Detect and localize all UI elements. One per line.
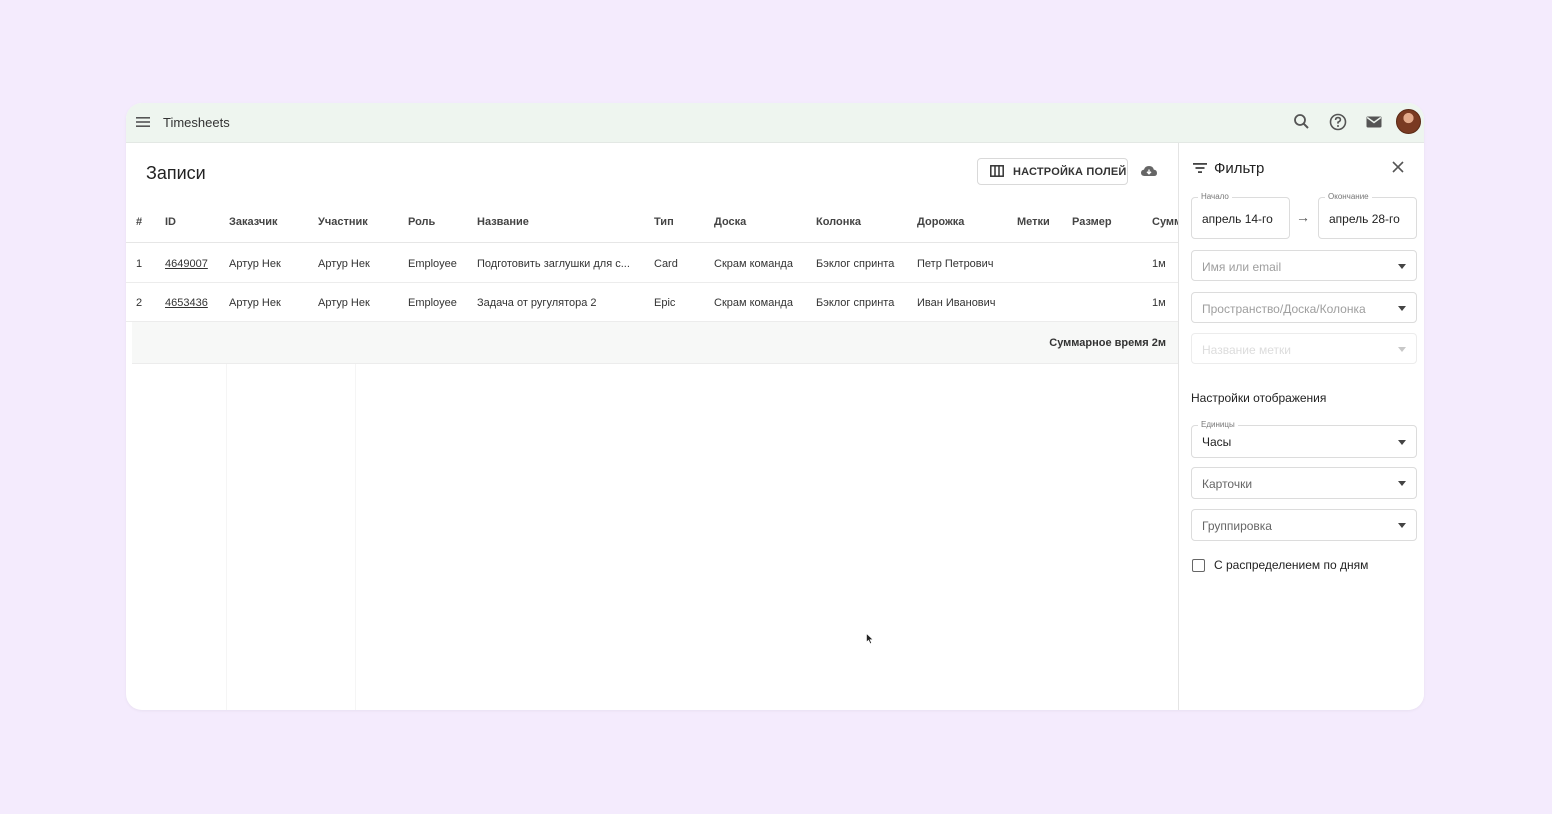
col-header-column[interactable]: Колонка xyxy=(816,216,861,228)
units-value: Часы xyxy=(1202,435,1232,449)
row-role: Employee xyxy=(408,258,457,270)
space-board-column-select[interactable]: Пространство/Доска/Колонка xyxy=(1191,292,1417,323)
filter-title: Фильтр xyxy=(1214,160,1265,177)
end-date-field[interactable]: Окончание апрель 28-го xyxy=(1318,192,1417,239)
divider xyxy=(226,364,227,710)
start-date-value: апрель 14-го xyxy=(1202,212,1273,226)
col-header-tags[interactable]: Метки xyxy=(1017,216,1050,228)
name-email-select[interactable]: Имя или email xyxy=(1191,250,1417,281)
app-window: Timesheets Записи НАСТРОЙКА ПОЛЕЙ # ID З… xyxy=(126,103,1424,710)
table-header: # ID Заказчик Участник Роль Название Тип… xyxy=(126,203,1178,243)
help-icon[interactable] xyxy=(1328,112,1348,132)
app-bar: Timesheets xyxy=(126,103,1424,143)
end-date-value: апрель 28-го xyxy=(1329,212,1400,226)
chevron-down-icon xyxy=(1398,306,1406,311)
row-customer: Артур Нек xyxy=(229,297,281,309)
total-time: Суммарное время 2м xyxy=(1049,337,1166,349)
chevron-down-icon xyxy=(1398,440,1406,445)
units-select[interactable]: Единицы Часы xyxy=(1191,420,1417,458)
cloud-download-icon[interactable] xyxy=(1140,163,1158,179)
col-header-size[interactable]: Размер xyxy=(1072,216,1112,228)
display-settings-title: Настройки отображения xyxy=(1191,391,1327,405)
col-header-customer[interactable]: Заказчик xyxy=(229,216,277,228)
tag-name-placeholder: Название метки xyxy=(1202,343,1291,357)
cards-select[interactable]: Карточки xyxy=(1191,467,1417,499)
col-header-sum[interactable]: Сумм xyxy=(1152,216,1178,228)
row-number: 2 xyxy=(136,297,143,309)
units-label: Единицы xyxy=(1198,420,1238,429)
start-date-label: Начало xyxy=(1198,192,1232,201)
tag-name-select[interactable]: Название метки xyxy=(1191,333,1417,364)
row-sum: 1м xyxy=(1152,297,1166,309)
row-lane: Петр Петрович xyxy=(917,258,994,270)
start-date-field[interactable]: Начало апрель 14-го xyxy=(1191,192,1290,239)
grouping-placeholder: Группировка xyxy=(1202,519,1272,533)
row-role: Employee xyxy=(408,297,457,309)
search-icon[interactable] xyxy=(1292,112,1312,132)
chevron-down-icon xyxy=(1398,347,1406,352)
filter-panel: Фильтр Начало апрель 14-го → Окончание а… xyxy=(1178,143,1424,710)
cards-placeholder: Карточки xyxy=(1202,477,1253,491)
records-section: Записи НАСТРОЙКА ПОЛЕЙ # ID Заказчик Уча… xyxy=(126,143,1178,710)
divider xyxy=(355,364,356,710)
col-header-name[interactable]: Название xyxy=(477,216,529,228)
mouse-cursor-icon xyxy=(866,633,874,645)
by-days-checkbox[interactable] xyxy=(1192,559,1205,572)
menu-icon[interactable] xyxy=(134,113,152,131)
row-sum: 1м xyxy=(1152,258,1166,270)
col-header-lane[interactable]: Дорожка xyxy=(917,216,964,228)
row-customer: Артур Нек xyxy=(229,258,281,270)
date-range-arrow: → xyxy=(1296,209,1310,225)
row-participant: Артур Нек xyxy=(318,258,370,270)
chevron-down-icon xyxy=(1398,481,1406,486)
chevron-down-icon xyxy=(1398,264,1406,269)
col-header-id[interactable]: ID xyxy=(165,216,176,228)
table-row[interactable]: 1 4649007 Артур Нек Артур Нек Employee П… xyxy=(126,244,1178,283)
filter-icon xyxy=(1193,163,1207,173)
close-icon[interactable] xyxy=(1391,160,1405,174)
columns-icon xyxy=(990,165,1004,177)
page-title: Записи xyxy=(146,163,206,183)
by-days-label[interactable]: С распределением по дням xyxy=(1214,558,1368,572)
col-header-role[interactable]: Роль xyxy=(408,216,435,228)
space-board-column-placeholder: Пространство/Доска/Колонка xyxy=(1202,302,1366,316)
col-header-participant[interactable]: Участник xyxy=(318,216,368,228)
app-title: Timesheets xyxy=(163,115,230,130)
field-settings-label: НАСТРОЙКА ПОЛЕЙ xyxy=(1013,166,1127,178)
row-lane: Иван Иванович xyxy=(917,297,996,309)
row-name: Задача от ругулятора 2 xyxy=(477,297,597,309)
mail-icon[interactable] xyxy=(1364,112,1384,132)
grouping-select[interactable]: Группировка xyxy=(1191,509,1417,541)
col-header-board[interactable]: Доска xyxy=(714,216,746,228)
col-header-number[interactable]: # xyxy=(136,216,142,228)
row-board: Скрам команда xyxy=(714,258,793,270)
row-id-link[interactable]: 4653436 xyxy=(165,297,208,309)
row-type: Epic xyxy=(654,297,676,309)
row-name: Подготовить заглушки для с... xyxy=(477,258,630,270)
col-header-type[interactable]: Тип xyxy=(654,216,674,228)
row-id-link[interactable]: 4649007 xyxy=(165,258,208,270)
field-settings-button[interactable]: НАСТРОЙКА ПОЛЕЙ xyxy=(977,158,1128,185)
row-number: 1 xyxy=(136,258,143,270)
row-column: Бэклог спринта xyxy=(816,297,895,309)
row-participant: Артур Нек xyxy=(318,297,370,309)
name-email-placeholder: Имя или email xyxy=(1202,260,1282,274)
table-row[interactable]: 2 4653436 Артур Нек Артур Нек Employee З… xyxy=(126,283,1178,322)
avatar[interactable] xyxy=(1396,109,1421,134)
row-board: Скрам команда xyxy=(714,297,793,309)
chevron-down-icon xyxy=(1398,523,1406,528)
summary-row: Суммарное время 2м xyxy=(132,322,1178,364)
row-type: Card xyxy=(654,258,678,270)
end-date-label: Окончание xyxy=(1325,192,1372,201)
row-column: Бэклог спринта xyxy=(816,258,895,270)
